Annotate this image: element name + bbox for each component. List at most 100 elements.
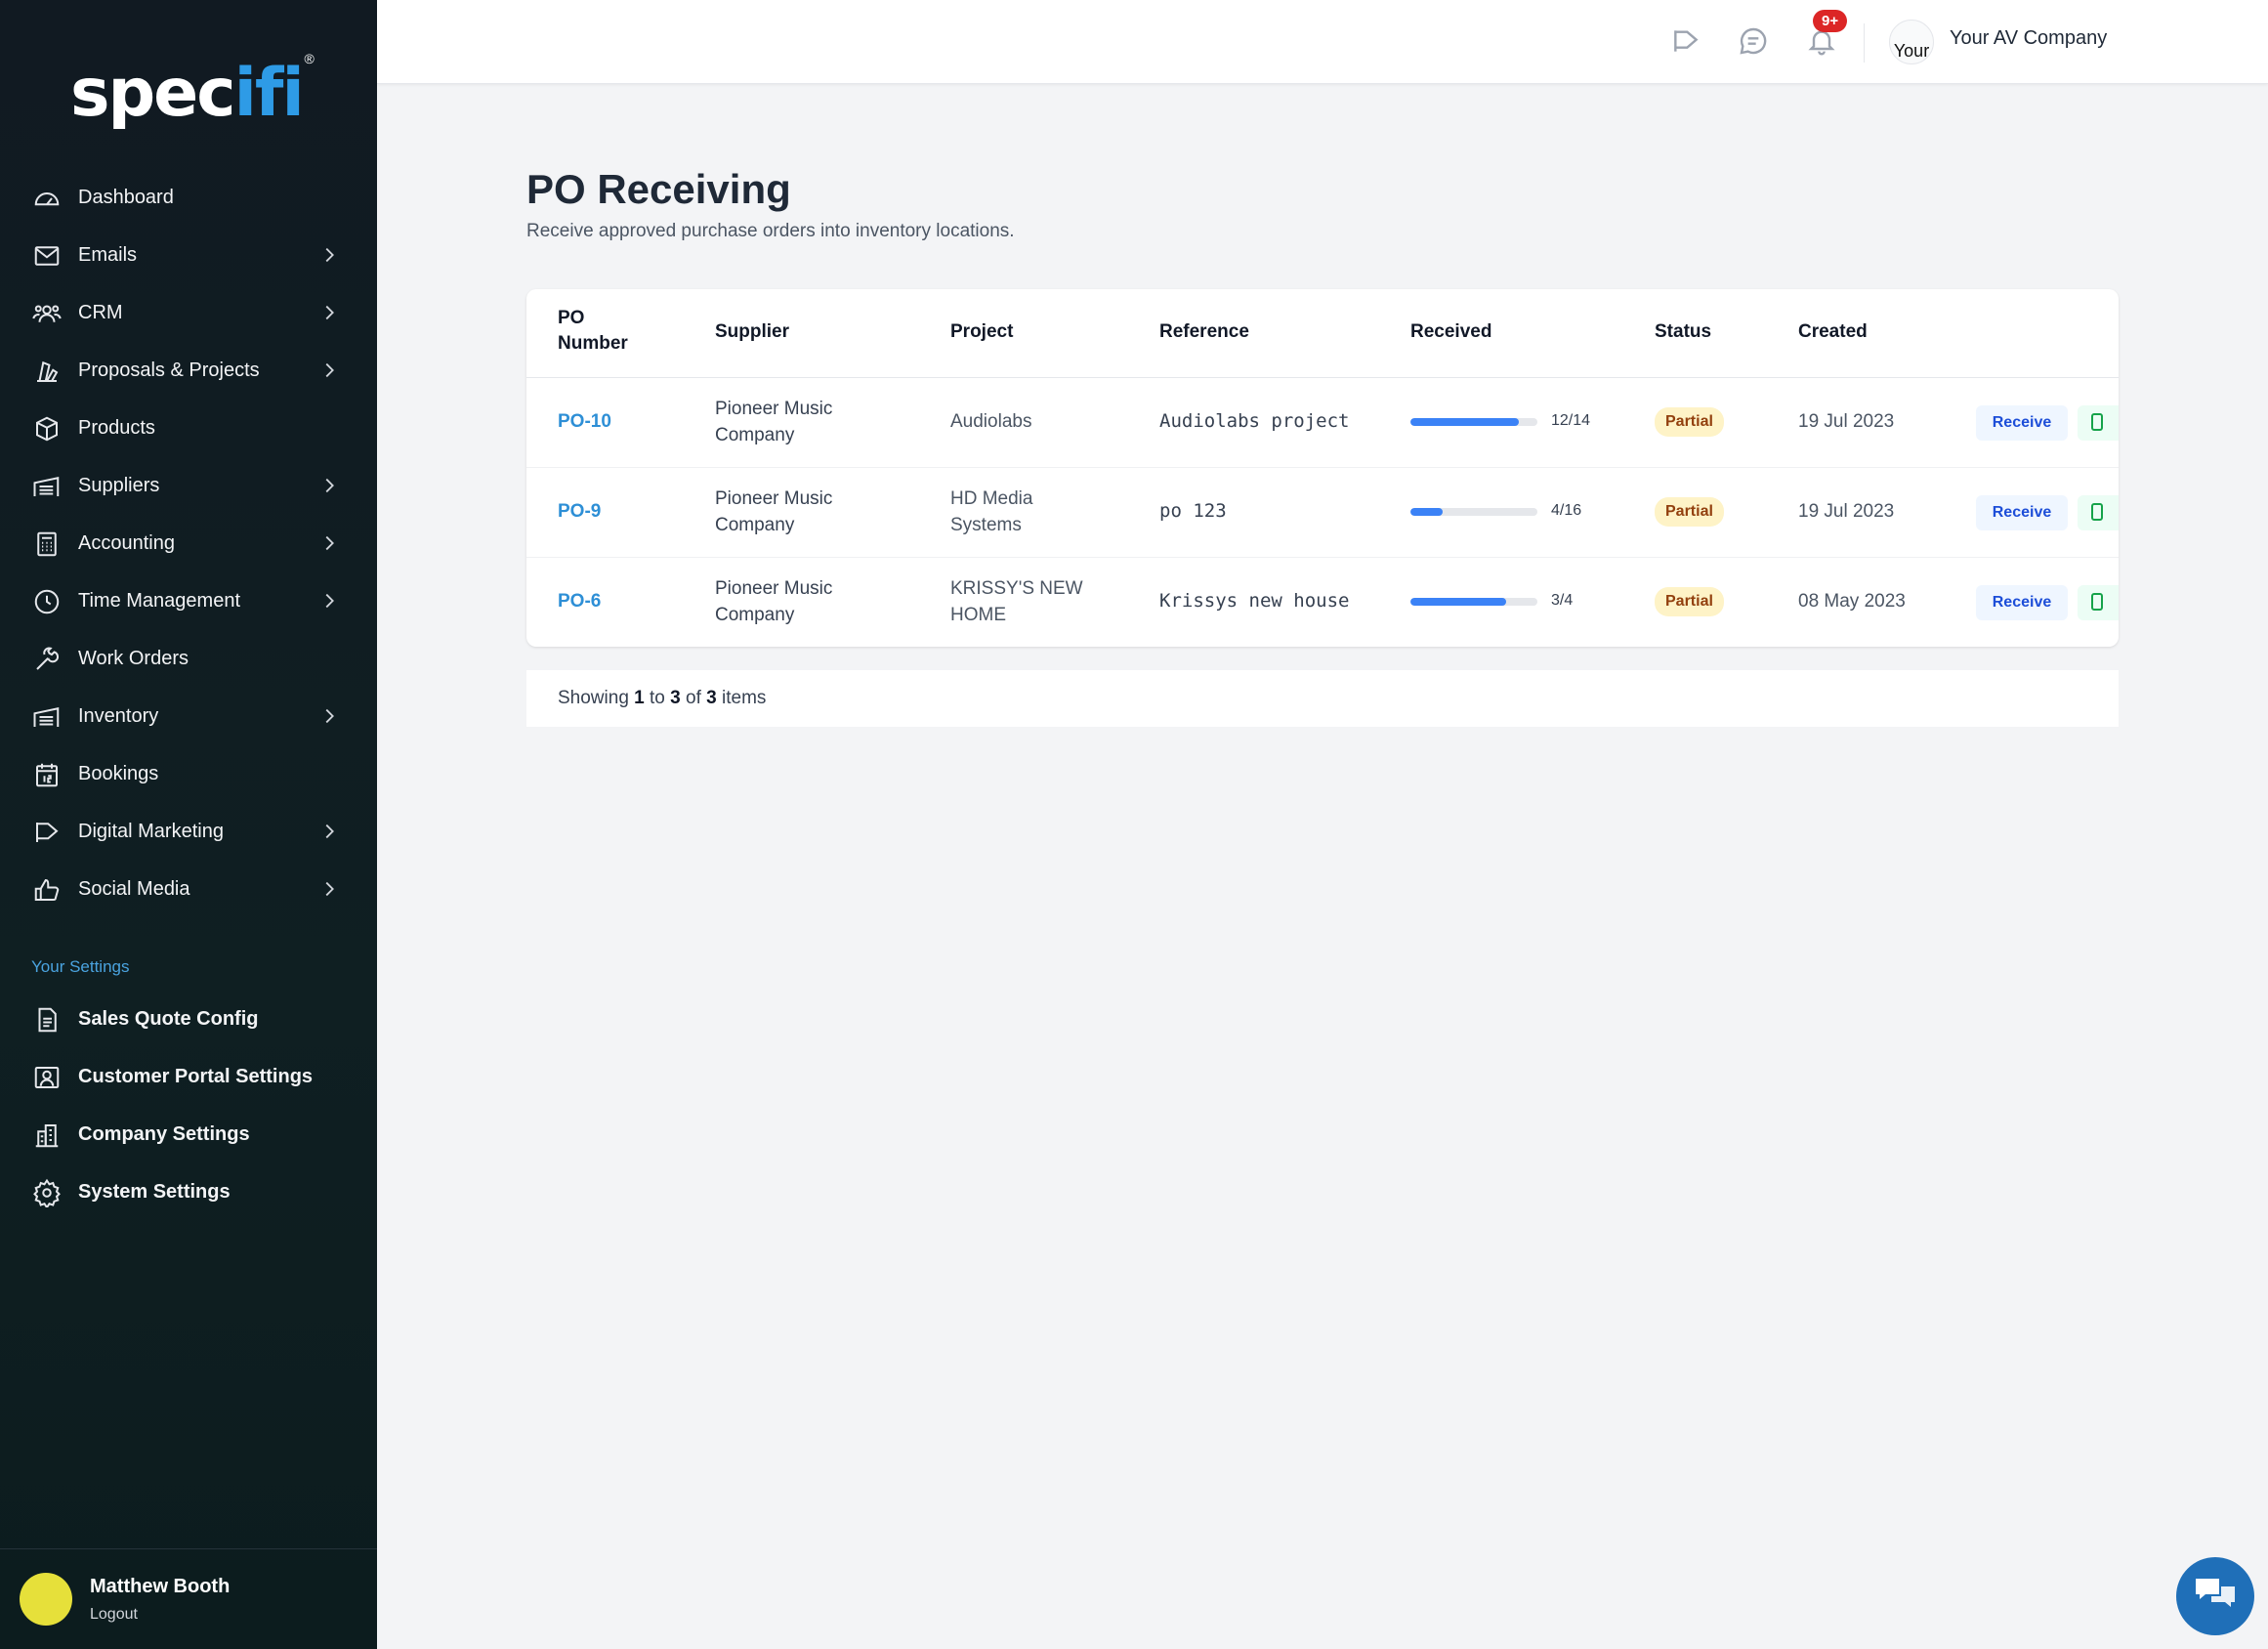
sidebar-item-digital-marketing[interactable]: Digital Marketing xyxy=(0,803,377,861)
chevron-right-icon xyxy=(318,302,340,323)
sidebar-item-products[interactable]: Products xyxy=(0,400,377,457)
header-text: PO xyxy=(558,308,585,328)
mobile-action-button[interactable] xyxy=(2078,495,2119,530)
sidebar-item-accounting[interactable]: Accounting xyxy=(0,515,377,572)
column-header-project[interactable]: Project xyxy=(950,319,1013,345)
user-name: Matthew Booth xyxy=(90,1575,231,1597)
documents-icon xyxy=(31,356,63,387)
sidebar-item-dashboard[interactable]: Dashboard xyxy=(0,169,377,227)
settings-nav: Sales Quote Config Customer Portal Setti… xyxy=(0,991,377,1221)
sidebar-item-bookings[interactable]: Bookings xyxy=(0,745,377,803)
chat-bubbles-icon xyxy=(2194,1575,2237,1619)
sidebar-item-label: Company Settings xyxy=(78,1123,250,1145)
receive-button[interactable]: Receive xyxy=(1976,585,2068,620)
column-header-received[interactable]: Received xyxy=(1410,319,1491,345)
summary-text: items xyxy=(722,688,767,708)
warehouse-icon xyxy=(31,701,63,733)
sidebar-item-customer-portal-settings[interactable]: Customer Portal Settings xyxy=(0,1048,377,1106)
avatar[interactable] xyxy=(20,1573,72,1626)
sidebar-item-label: Sales Quote Config xyxy=(78,1008,259,1030)
document-icon xyxy=(31,1004,63,1036)
summary-text: Showing xyxy=(558,688,629,708)
column-header-reference[interactable]: Reference xyxy=(1159,319,1249,345)
sidebar-item-emails[interactable]: Emails xyxy=(0,227,377,284)
sidebar-item-social-media[interactable]: Social Media xyxy=(0,861,377,918)
receive-button[interactable]: Receive xyxy=(1976,495,2068,530)
table-row: PO-6 Pioneer Music Company KRISSY'S NEW … xyxy=(526,558,2119,647)
sidebar-item-label: Customer Portal Settings xyxy=(78,1066,314,1087)
building-icon xyxy=(31,1120,63,1151)
sidebar-item-time-management[interactable]: Time Management xyxy=(0,572,377,630)
mobile-icon xyxy=(2089,412,2105,434)
project-cell: HD Media Systems xyxy=(950,486,1032,538)
project-text: Systems xyxy=(950,515,1022,535)
supplier-cell: Pioneer Music Company xyxy=(715,396,832,448)
received-progress-bar xyxy=(1410,598,1537,606)
sidebar-item-label: Emails xyxy=(78,244,138,266)
supplier-text: Company xyxy=(715,425,795,445)
table-header: PO Number Supplier Project Reference Rec… xyxy=(526,289,2119,378)
column-header-created[interactable]: Created xyxy=(1798,319,1868,345)
column-header-supplier[interactable]: Supplier xyxy=(715,319,789,345)
po-number-link[interactable]: PO-10 xyxy=(558,408,611,435)
calculator-icon xyxy=(31,529,63,560)
sidebar-item-label: Social Media xyxy=(78,878,190,900)
user-panel: Matthew Booth Logout xyxy=(0,1548,377,1649)
created-date: 19 Jul 2023 xyxy=(1798,501,1895,522)
reference-cell: Audiolabs project xyxy=(1159,410,1350,432)
supplier-text: Company xyxy=(715,605,795,625)
chat-icon[interactable] xyxy=(1738,25,1771,59)
sidebar-item-proposals-projects[interactable]: Proposals & Projects xyxy=(0,342,377,400)
column-header-status[interactable]: Status xyxy=(1655,319,1711,345)
sidebar-item-sales-quote-config[interactable]: Sales Quote Config xyxy=(0,991,377,1048)
sidebar-item-label: Products xyxy=(78,417,155,439)
chevron-right-icon xyxy=(318,878,340,900)
warehouse-icon xyxy=(31,471,63,502)
received-progress-fill xyxy=(1410,418,1520,426)
megaphone-icon[interactable] xyxy=(1670,25,1703,59)
megaphone-icon xyxy=(31,817,63,848)
received-count: 12/14 xyxy=(1551,412,1591,429)
sidebar-item-company-settings[interactable]: Company Settings xyxy=(0,1106,377,1163)
box-icon xyxy=(31,413,63,444)
chevron-right-icon xyxy=(318,475,340,496)
column-header-po-number[interactable]: PO Number xyxy=(558,306,628,357)
chevron-right-icon xyxy=(318,705,340,727)
sidebar-item-label: CRM xyxy=(78,302,123,323)
received-progress-bar xyxy=(1410,418,1537,426)
specifi-logo[interactable]: specifi ® xyxy=(70,49,315,127)
status-badge: Partial xyxy=(1655,587,1724,616)
mobile-action-button[interactable] xyxy=(2078,585,2119,620)
logo-main-text: spec xyxy=(70,55,236,132)
sidebar-item-suppliers[interactable]: Suppliers xyxy=(0,457,377,515)
sidebar-item-inventory[interactable]: Inventory xyxy=(0,688,377,745)
receive-button[interactable]: Receive xyxy=(1976,405,2068,441)
company-name[interactable]: Your AV Company xyxy=(1950,27,2107,50)
chevron-right-icon xyxy=(318,590,340,612)
summary-from: 1 xyxy=(634,688,645,708)
mobile-action-button[interactable] xyxy=(2078,405,2119,441)
sidebar-item-label: Work Orders xyxy=(78,648,189,669)
live-chat-button[interactable] xyxy=(2176,1557,2254,1635)
po-number-link[interactable]: PO-6 xyxy=(558,588,601,614)
pagination-summary: Showing 1 to 3 of 3 items xyxy=(526,670,2119,727)
table-row: PO-10 Pioneer Music Company Audiolabs Au… xyxy=(526,378,2119,468)
sidebar-item-system-settings[interactable]: System Settings xyxy=(0,1163,377,1221)
project-text: HOME xyxy=(950,605,1006,625)
logout-link[interactable]: Logout xyxy=(90,1606,230,1624)
sidebar-item-work-orders[interactable]: Work Orders xyxy=(0,630,377,688)
po-number-link[interactable]: PO-9 xyxy=(558,498,601,525)
table-row: PO-9 Pioneer Music Company HD Media Syst… xyxy=(526,468,2119,558)
envelope-icon xyxy=(31,240,63,272)
topbar: 9+ Your Your AV Company xyxy=(377,0,2268,84)
summary-text: to xyxy=(650,688,665,708)
supplier-text: Company xyxy=(715,515,795,535)
project-text: Audiolabs xyxy=(950,411,1032,432)
received-progress-fill xyxy=(1410,598,1506,606)
tools-icon xyxy=(31,644,63,675)
project-text: KRISSY'S NEW xyxy=(950,578,1083,599)
company-avatar[interactable]: Your xyxy=(1889,20,1934,64)
summary-total: 3 xyxy=(706,688,717,708)
sidebar-item-crm[interactable]: CRM xyxy=(0,284,377,342)
reference-cell: po 123 xyxy=(1159,500,1227,522)
